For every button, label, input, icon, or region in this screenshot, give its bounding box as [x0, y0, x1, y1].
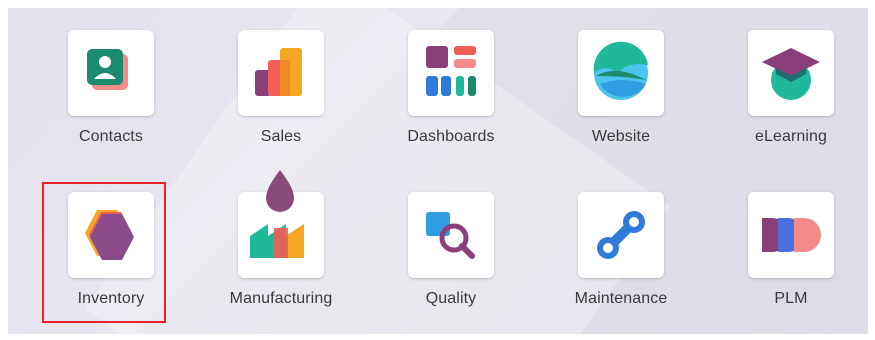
app-label-dashboards: Dashboards	[407, 128, 495, 145]
contacts-icon	[87, 49, 128, 90]
quality-icon	[426, 212, 475, 259]
app-contacts[interactable]: Contacts	[46, 30, 176, 180]
elearning-tile[interactable]	[748, 30, 834, 116]
app-label-manufacturing: Manufacturing	[229, 290, 333, 307]
app-label-contacts: Contacts	[79, 128, 143, 145]
quality-tile[interactable]	[408, 192, 494, 278]
app-label-plm: PLM	[774, 290, 808, 307]
app-plm[interactable]: PLM	[726, 192, 856, 334]
dashboards-icon	[426, 46, 476, 96]
manufacturing-tile[interactable]	[238, 170, 324, 278]
app-label-quality: Quality	[425, 290, 477, 307]
app-elearning[interactable]: eLearning	[726, 30, 856, 180]
maintenance-icon	[597, 211, 645, 259]
sales-icon	[255, 48, 302, 96]
manufacturing-icon	[250, 170, 304, 258]
maintenance-tile[interactable]	[578, 192, 664, 278]
app-label-maintenance: Maintenance	[574, 290, 668, 307]
app-dashboards[interactable]: Dashboards	[386, 30, 516, 180]
elearning-icon	[762, 48, 820, 100]
app-sales[interactable]: Sales	[216, 30, 346, 180]
sales-tile[interactable]	[238, 30, 324, 116]
plm-icon	[762, 218, 821, 252]
app-label-website: Website	[591, 128, 651, 145]
website-tile[interactable]	[578, 30, 664, 116]
app-label-sales: Sales	[260, 128, 302, 145]
app-maintenance[interactable]: Maintenance	[556, 192, 686, 334]
inventory-highlight-frame	[42, 182, 166, 323]
dashboards-tile[interactable]	[408, 30, 494, 116]
contacts-tile[interactable]	[68, 30, 154, 116]
app-grid: Contacts Sales Dashboards Website eLearn…	[8, 8, 868, 334]
app-manufacturing[interactable]: Manufacturing	[216, 170, 346, 334]
app-website[interactable]: Website	[556, 30, 686, 180]
app-quality[interactable]: Quality	[386, 192, 516, 334]
plm-tile[interactable]	[748, 192, 834, 278]
website-icon	[593, 41, 648, 100]
app-label-elearning: eLearning	[754, 128, 828, 145]
